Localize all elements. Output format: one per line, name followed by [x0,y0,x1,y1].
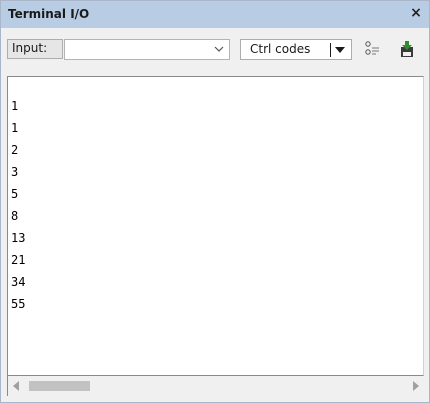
ctrl-codes-dropdown-icon[interactable] [334,46,346,54]
terminal-line: 8 [11,209,19,223]
ctrl-codes-separator [330,43,331,57]
horizontal-scrollbar[interactable] [7,376,424,396]
ctrl-codes-label: Ctrl codes [250,42,311,56]
terminal-line: 13 [11,231,26,245]
input-label-box: Input: [7,39,63,59]
scrollbar-thumb[interactable] [29,381,90,391]
terminal-line: 5 [11,187,19,201]
terminal-output[interactable]: 1 1 2 3 5 8 13 21 34 55 [7,76,424,376]
terminal-line: 3 [11,165,19,179]
terminal-io-window: Terminal I/O × Input: Ctrl codes 1 1 2 3… [0,0,430,403]
combo-dropdown-icon[interactable] [212,42,226,56]
terminal-line: 55 [11,297,26,311]
ctrl-codes-button[interactable]: Ctrl codes [240,39,352,60]
scroll-left-icon[interactable] [12,381,20,391]
terminal-line: 21 [11,253,26,267]
terminal-line: 1 [11,121,19,135]
log-to-file-icon[interactable] [398,40,416,58]
terminal-line: 2 [11,143,19,157]
title-bar[interactable]: Terminal I/O × [1,1,429,28]
window-title: Terminal I/O [8,7,90,21]
terminal-line: 1 [11,99,19,113]
close-icon[interactable]: × [408,5,424,21]
terminal-line: 34 [11,275,26,289]
options-icon[interactable] [363,40,381,58]
input-label: Input: [12,41,48,55]
terminal-text: 1 1 2 3 5 8 13 21 34 55 [11,95,25,315]
input-field[interactable] [67,41,207,57]
input-combobox[interactable] [64,39,230,60]
scroll-right-icon[interactable] [412,381,420,391]
toolbar: Input: Ctrl codes [1,28,429,66]
